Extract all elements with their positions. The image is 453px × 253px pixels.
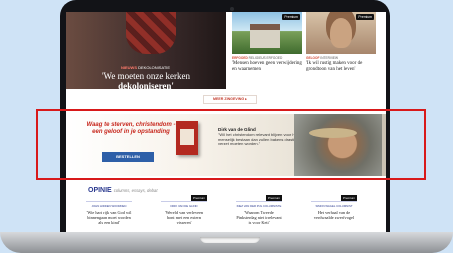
- more-zingeving-button[interactable]: MEER ZINGEVING ▸: [203, 95, 257, 104]
- opinion-item[interactable]: Premium DIRK VAN DE GLIND 'Wereld van ve…: [161, 195, 207, 236]
- opinion-kicker: JOHN HIDDEN WOORDEN: [91, 204, 127, 208]
- article-title[interactable]: 'Mensen hoeven geen verwijdering en waar…: [232, 61, 302, 73]
- opinion-title[interactable]: 'Waarom Tweede Pinksterdag niet irreleva…: [236, 210, 282, 225]
- opinion-title[interactable]: 'Wereld van verleveen bont met een exter…: [161, 210, 207, 225]
- opinion-section-title: OPINIE columns, essays, debat: [88, 187, 158, 194]
- premium-badge: Premium: [340, 195, 357, 201]
- premium-badge: Premium: [265, 195, 282, 201]
- hero-kicker: NIEUWS DEKOLONISATIE: [121, 65, 171, 70]
- opinion-kicker: DIRK VAN DE GLIND: [170, 204, 198, 208]
- article-image: Premium: [232, 12, 302, 54]
- article-image: Premium: [306, 12, 376, 54]
- hero-image: [126, 12, 176, 54]
- article-title[interactable]: 'Ik wil rustig maken voor de grondtoon v…: [306, 61, 376, 73]
- camera-dot: [230, 7, 234, 11]
- premium-badge: Premium: [190, 195, 207, 201]
- opinion-kicker: SIMON WAGEL COLUMNIST: [315, 204, 353, 208]
- laptop-notch: [200, 237, 260, 243]
- highlight-box: [36, 109, 426, 180]
- premium-badge: Premium: [282, 14, 300, 20]
- hero-article[interactable]: NIEUWS DEKOLONISATIE 'We moeten onze ker…: [66, 12, 226, 89]
- premium-badge: Premium: [356, 14, 374, 20]
- article-kicker: GELOOF INTERVIEW: [306, 56, 339, 60]
- opinion-title[interactable]: 'Wie hart rijk van God wil binnengaan mo…: [86, 210, 132, 225]
- article-kicker: ERFGOED RELIGIEUS ERFGOED: [232, 56, 283, 60]
- article-card[interactable]: Premium ERFGOED RELIGIEUS ERFGOED 'Mense…: [232, 12, 302, 92]
- opinion-item[interactable]: Premium INEZ VAN DER PIJL COLUMNISTE 'Wa…: [236, 195, 282, 236]
- opinion-item[interactable]: Premium SIMON WAGEL COLUMNIST Het verhaa…: [311, 195, 357, 236]
- hero-title: 'We moeten onze kerken dekoloniseren': [101, 71, 191, 89]
- opinion-kicker: INEZ VAN DER PIJL COLUMNISTE: [236, 204, 282, 208]
- opinion-title[interactable]: Het verhaal van de verdwaalde zwerfvogel: [311, 210, 357, 220]
- opinion-item[interactable]: JOHN HIDDEN WOORDEN 'Wie hart rijk van G…: [86, 201, 132, 236]
- article-card[interactable]: Premium GELOOF INTERVIEW 'Ik wil rustig …: [306, 12, 376, 92]
